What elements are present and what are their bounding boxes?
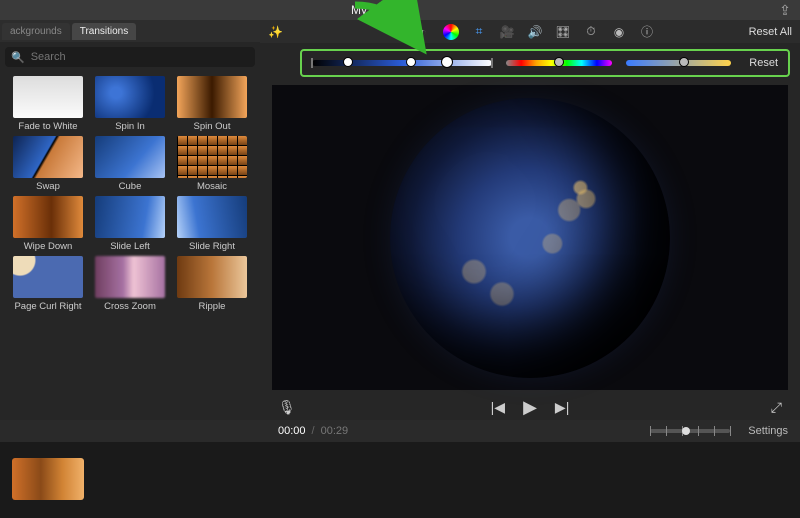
transition-thumb[interactable]: Mosaic: [177, 136, 247, 192]
saturation-slider[interactable]: [506, 60, 612, 66]
reset-all-button[interactable]: Reset All: [749, 26, 792, 38]
share-icon[interactable]: ⇪: [770, 2, 800, 19]
transition-label: Swap: [13, 178, 83, 192]
timeline-header: 00:00 / 00:29 Settings: [0, 420, 800, 442]
transition-preview: [95, 196, 165, 238]
transitions-gallery: Fade to White Spin In Spin Out Swap Cube Mosa…: [0, 72, 260, 420]
transition-label: Ripple: [177, 298, 247, 312]
color-wheel-icon[interactable]: [443, 24, 459, 40]
preview-pane: ✨ ◐ ⌗ 🎥 🔊 🎛 ⏱ ◉ ⓘ Reset All: [260, 20, 800, 420]
transition-label: Spin In: [95, 118, 165, 132]
transition-preview: [177, 196, 247, 238]
timeline-zoom-slider[interactable]: [650, 429, 730, 433]
browser-tabs: ackgrounds Transitions: [0, 20, 260, 42]
transition-thumb[interactable]: Fade to White: [13, 76, 83, 132]
timeline[interactable]: [0, 442, 800, 518]
filter-icon[interactable]: ◉: [611, 24, 627, 40]
transition-thumb[interactable]: Spin In: [95, 76, 165, 132]
temperature-slider[interactable]: [626, 60, 732, 66]
transition-label: Fade to White: [13, 118, 83, 132]
exposure-slider[interactable]: [312, 60, 492, 66]
fullscreen-icon[interactable]: ⤢: [771, 399, 782, 416]
magic-wand-icon[interactable]: ✨: [268, 25, 283, 39]
timeline-clip[interactable]: [12, 458, 84, 500]
video-viewport[interactable]: [272, 85, 788, 390]
prev-frame-button[interactable]: |◀: [491, 399, 505, 416]
transition-thumb[interactable]: Cube: [95, 136, 165, 192]
transition-preview: [177, 256, 247, 298]
transition-preview: [95, 76, 165, 118]
crop-icon[interactable]: ⌗: [471, 24, 487, 40]
stabilize-icon[interactable]: 🎥: [499, 24, 515, 40]
transition-thumb[interactable]: Ripple: [177, 256, 247, 312]
transition-thumb[interactable]: Spin Out: [177, 76, 247, 132]
play-button[interactable]: ▶: [523, 397, 537, 418]
speed-icon[interactable]: ⏱: [583, 24, 599, 40]
search-field[interactable]: 🔍: [5, 47, 255, 67]
color-correction-reset-button[interactable]: Reset: [749, 57, 778, 69]
transition-label: Slide Left: [95, 238, 165, 252]
noise-icon[interactable]: 🎛: [555, 24, 571, 40]
adjustment-toolbar: ✨ ◐ ⌗ 🎥 🔊 🎛 ⏱ ◉ ⓘ Reset All: [260, 20, 800, 43]
transition-thumb[interactable]: Swap: [13, 136, 83, 192]
transition-label: Cube: [95, 178, 165, 192]
color-balance-icon[interactable]: ◐: [415, 24, 431, 40]
duration-time: 00:29: [321, 425, 349, 437]
tab-transitions[interactable]: Transitions: [72, 23, 137, 40]
transition-thumb[interactable]: Cross Zoom: [95, 256, 165, 312]
search-input[interactable]: [31, 51, 249, 63]
transition-thumb[interactable]: Slide Left: [95, 196, 165, 252]
transition-thumb[interactable]: Page Curl Right: [13, 256, 83, 312]
timeline-settings-button[interactable]: Settings: [748, 425, 788, 437]
transition-preview: [177, 76, 247, 118]
transition-preview: [13, 136, 83, 178]
transition-label: Cross Zoom: [95, 298, 165, 312]
transition-preview: [13, 76, 83, 118]
transition-thumb[interactable]: Wipe Down: [13, 196, 83, 252]
transition-preview: [95, 256, 165, 298]
project-title: My Movie 21: [0, 3, 770, 17]
info-icon[interactable]: ⓘ: [639, 24, 655, 40]
search-icon: 🔍: [11, 51, 25, 64]
playback-bar: 🎙 |◀ ▶ ▶| ⤢: [260, 394, 800, 420]
transition-label: Slide Right: [177, 238, 247, 252]
volume-icon[interactable]: 🔊: [527, 24, 543, 40]
transition-preview: [13, 196, 83, 238]
transition-label: Mosaic: [177, 178, 247, 192]
titlebar: My Movie 21 ⇪: [0, 0, 800, 20]
browser-sidebar: ackgrounds Transitions 🔍 Fade to White Sp…: [0, 20, 260, 420]
playhead-time: 00:00: [278, 425, 306, 437]
transition-preview: [13, 256, 83, 298]
transition-label: Spin Out: [177, 118, 247, 132]
transition-preview: [177, 136, 247, 178]
transition-label: Wipe Down: [13, 238, 83, 252]
color-correction-sliders: Reset: [300, 49, 790, 77]
preview-frame-earth: [390, 98, 670, 378]
transition-thumb[interactable]: Slide Right: [177, 196, 247, 252]
next-frame-button[interactable]: ▶|: [555, 399, 569, 416]
tab-backgrounds[interactable]: ackgrounds: [2, 23, 70, 40]
voiceover-icon[interactable]: 🎙: [278, 399, 296, 416]
transition-preview: [95, 136, 165, 178]
transition-label: Page Curl Right: [13, 298, 83, 312]
